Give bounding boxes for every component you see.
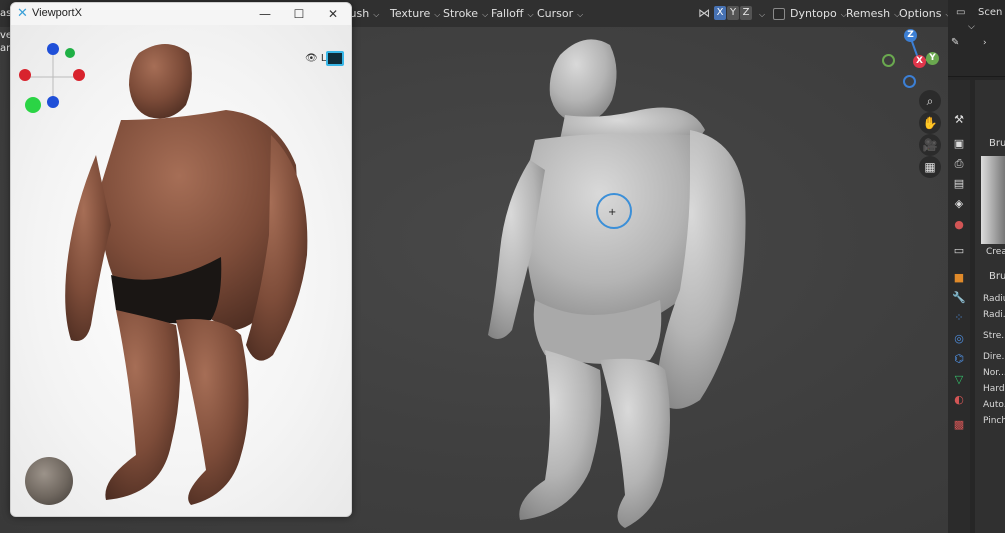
symmetry-z-toggle[interactable]: Z xyxy=(740,6,752,20)
minimize-button[interactable]: — xyxy=(256,5,274,23)
modifier-tab-icon[interactable]: 🔧 xyxy=(952,291,966,305)
material-tab-icon[interactable]: ◐ xyxy=(952,393,966,407)
chevron-down-icon: ⌵ xyxy=(482,10,489,19)
outliner[interactable]: ▭ Scen ⌵ ✎ › xyxy=(948,0,1005,77)
matcap-sphere-preview[interactable] xyxy=(25,457,73,505)
perspective-grid-icon[interactable]: ▦ xyxy=(919,156,941,178)
particles-tab-icon[interactable]: ⁘ xyxy=(952,311,966,325)
scene-label: Scen xyxy=(978,7,1003,18)
scene-icon: ▭ xyxy=(956,7,966,18)
brushes-panel-header[interactable]: Bru xyxy=(989,138,1005,149)
close-button[interactable]: ✕ xyxy=(324,5,342,23)
brush-settings-header[interactable]: Bru xyxy=(989,271,1005,282)
remesh-menu[interactable]: Remesh ⌵ xyxy=(846,5,900,22)
prop-strength[interactable]: Stre... xyxy=(983,331,1005,341)
brush-thumbnail[interactable] xyxy=(981,156,1005,244)
gizmo-neg-y-axis[interactable] xyxy=(882,54,895,67)
prop-pinch[interactable]: Pinch xyxy=(983,416,1005,426)
chevron-down-icon: ⌵ xyxy=(577,10,584,19)
chevron-down-icon: ⌵ xyxy=(373,10,380,19)
collection-tab-icon[interactable]: ▭ xyxy=(952,244,966,258)
maximize-button[interactable]: ☐ xyxy=(290,5,308,23)
prop-hardness[interactable]: Hard... xyxy=(983,384,1005,394)
gizmo-y-axis[interactable]: Y xyxy=(926,52,939,65)
window-title: ViewportX xyxy=(32,7,82,19)
object-tab-icon[interactable]: ■ xyxy=(952,271,966,285)
properties-panel: Bru Crea Bru xyxy=(975,80,1005,533)
zoom-icon[interactable]: ⌕ xyxy=(919,90,941,112)
cursor-menu[interactable]: Cursor ⌵ xyxy=(537,5,583,22)
falloff-menu[interactable]: Falloff ⌵ xyxy=(491,5,534,22)
rendered-model xyxy=(65,44,308,505)
eyedropper-icon[interactable]: ✎ xyxy=(951,37,959,48)
options-menu[interactable]: Options⌵ xyxy=(899,5,952,22)
symmetry-y-toggle[interactable]: Y xyxy=(727,6,739,20)
gizmo-x-axis[interactable]: X xyxy=(913,55,926,68)
chevron-down-icon: ⌵ xyxy=(434,10,441,19)
viewportx-titlebar[interactable]: ✕ ViewportX — ☐ ✕ xyxy=(11,3,351,25)
stroke-menu[interactable]: Stroke ⌵ xyxy=(443,5,488,22)
prop-radius-unit[interactable]: Radi... xyxy=(983,310,1005,320)
prop-normal[interactable]: Nor... xyxy=(983,368,1005,378)
brush-thumbnail-label: Crea xyxy=(986,247,1005,257)
navigation-gizmo[interactable]: Z Y X xyxy=(880,28,942,90)
constraints-tab-icon[interactable]: ⌬ xyxy=(952,352,966,366)
physics-tab-icon[interactable]: ◎ xyxy=(952,332,966,346)
view-layer-tab-icon[interactable]: ▤ xyxy=(952,177,966,191)
viewportx-window[interactable]: ✕ ViewportX — ☐ ✕ 👁 LII xyxy=(10,2,352,517)
gizmo-z-axis[interactable]: Z xyxy=(904,29,917,42)
symmetry-dropdown-chevron[interactable]: ⌵ xyxy=(755,5,765,22)
texture-menu[interactable]: Texture ⌵ xyxy=(390,5,440,22)
symmetry-x-toggle[interactable]: X xyxy=(714,6,726,20)
render-tab-icon[interactable]: ▣ xyxy=(952,137,966,151)
tool-tab-icon[interactable]: ⚒ xyxy=(952,113,966,127)
viewportx-render-canvas[interactable]: 👁 LII xyxy=(11,25,351,516)
output-tab-icon[interactable]: ⎙ xyxy=(952,157,966,171)
prop-radius[interactable]: Radius xyxy=(983,294,1005,304)
prop-auto-smooth[interactable]: Auto... xyxy=(983,400,1005,410)
data-tab-icon[interactable]: ▽ xyxy=(952,373,966,387)
dyntopo-menu[interactable]: Dyntopo ⌵ xyxy=(790,5,847,22)
texture-tab-icon[interactable]: ▩ xyxy=(952,418,966,432)
chevron-down-icon: ⌵ xyxy=(527,10,534,19)
camera-view-icon[interactable]: 🎥 xyxy=(919,134,941,156)
prop-direction[interactable]: Dire... xyxy=(983,352,1005,362)
viewportx-logo-icon: ✕ xyxy=(17,6,28,21)
world-tab-icon[interactable]: ● xyxy=(952,218,966,232)
properties-tabs: ⚒ ▣ ⎙ ▤ ◈ ● ▭ ■ 🔧 ⁘ ◎ ⌬ ▽ ◐ ▩ xyxy=(948,80,970,533)
expand-arrow-icon[interactable]: › xyxy=(983,38,987,48)
dyntopo-checkbox[interactable] xyxy=(773,8,785,20)
symmetry-icon[interactable]: ⋈ xyxy=(698,6,710,20)
expand-chevron-icon[interactable]: ⌵ xyxy=(968,22,975,32)
chevron-down-icon: ⌵ xyxy=(759,10,766,19)
pan-hand-icon[interactable]: ✋ xyxy=(919,112,941,134)
scene-tab-icon[interactable]: ◈ xyxy=(952,197,966,211)
gizmo-neg-z-axis[interactable] xyxy=(903,75,916,88)
svg-text:+: + xyxy=(608,207,616,218)
